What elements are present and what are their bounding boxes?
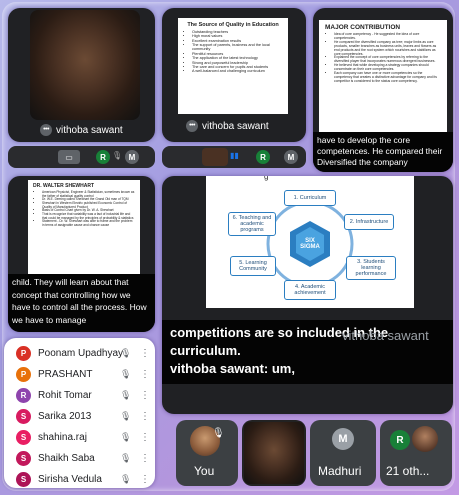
control-bar-left: ▭ R M 🎙 [8,146,155,168]
participant-row[interactable]: Sshahina.raj 🎙 ⋮ [4,426,155,448]
mic-active-icon: ▮▮ [230,151,239,160]
more-options-icon[interactable]: ⋮ [140,348,150,359]
more-options-icon[interactable]: ⋮ [140,369,150,380]
participant-name: vithoba sawant [202,120,269,132]
control-bar-middle: ▮▮ R M [162,146,306,168]
mic-icon: 🎙 [112,151,123,160]
mic-off-icon: 🎙 [120,389,132,400]
participant-avatar: P [16,345,31,361]
mic-off-icon: 🎙 [212,428,225,439]
mic-off-icon: 🎙 [120,452,132,463]
slide-title: The Source of Quality in Education [187,22,279,28]
avatar-m: M [125,150,139,164]
more-options-icon[interactable]: ⋮ [140,453,150,464]
slide-bullets: Outstanding teachersHigh moral valuesExc… [183,30,283,74]
node-academic-achievement: 4. Academic achievement [284,280,336,300]
participant-row[interactable]: P Poonam Upadhyay 🎙 ⋮ [4,342,155,364]
video-tile-presentation-1[interactable]: The Source of Quality in Education Outst… [162,8,306,142]
participant-avatar: S [16,429,31,445]
avatar-r: R [390,430,410,450]
slide-bullet: A well-balanced and challenging curricul… [192,69,283,73]
mic-off-icon: 🎙 [120,473,132,484]
avatar-photo [412,426,438,452]
participant-name: shahina.raj [38,431,87,443]
video-tile-vithoba[interactable]: ••• vithoba sawant [8,8,155,142]
live-caption: child. They will learn about that concep… [8,274,155,332]
node-students-learning: 3. Students learning performance [346,256,396,280]
avatar-m: M [284,150,298,164]
tile-others[interactable]: R 21 oth... [380,420,452,486]
participant-video [244,422,304,484]
avatar-r: R [256,150,270,164]
present-icon[interactable]: ▭ [58,150,80,164]
participant-nameplate: ••• vithoba sawant [186,120,269,132]
participant-nameplate: ••• vithoba sawant [40,124,123,136]
others-count-label: 21 oth... [386,464,430,478]
participant-row[interactable]: P PRASHANT 🎙 ⋮ [4,363,155,385]
participant-avatar: S [16,450,31,466]
avatar-r: R [96,150,110,164]
participant-row[interactable]: R Rohit Tomar 🎙 ⋮ [4,384,155,406]
live-caption: have to develop the core competences. He… [313,132,453,172]
participant-avatar: S [16,471,31,487]
tile-self-video[interactable] [242,420,306,486]
center-label: SIX SIGMA [300,238,320,250]
participant-name: vithoba sawant [56,124,123,136]
slide-content: MAJOR CONTRIBUTION Idea of core competen… [319,20,447,132]
participant-name: Rohit Tomar [38,389,92,401]
more-options-icon[interactable]: ⋮ [140,411,150,422]
participant-video [30,10,140,120]
slide-bullets: Idea of core competency - He suggested t… [325,32,441,84]
self-view-thumbnail[interactable] [202,148,228,166]
you-label: You [194,464,215,478]
participant-list: P Poonam Upadhyay 🎙 ⋮ P PRASHANT 🎙 ⋮ R Rohit Toma… [4,338,155,488]
more-options-icon[interactable]: ⋮ [140,390,150,401]
caption-line-2: vithoba sawant: um, [170,361,295,376]
participant-avatar: R [16,387,31,403]
node-learning-community: 5. Learning Community [230,256,276,276]
node-curriculum: 1. Curriculum [284,190,336,206]
slide-title: MAJOR CONTRIBUTION [325,24,401,31]
more-options-icon[interactable]: ⋮ [140,474,150,485]
node-teaching-programs: 6. Teaching and academic programs [228,212,276,236]
participant-name: PRASHANT [38,368,93,380]
participant-nameplate: vithoba sawant [342,328,429,343]
more-options-icon[interactable]: ••• [40,124,52,136]
participant-avatar: P [16,366,31,382]
more-options-icon[interactable]: ••• [186,120,198,132]
video-tile-main[interactable]: g SIX SIGMA 1. Curriculum 2. Infrastruct… [162,176,453,414]
participant-name: Sarika 2013 [38,410,92,422]
participant-avatar: S [16,408,31,424]
slide-title: DR. WALTER SHEWHART [33,183,95,189]
slide-bullet: The support of parents, business and the… [192,43,283,52]
participant-name: Madhuri [318,464,362,478]
video-tile-presentation-3[interactable]: DR. WALTER SHEWHART American Physicist, … [8,176,155,332]
participant-row[interactable]: S Sirisha Vedula 🎙 ⋮ [4,468,155,488]
slide-bullets: American Physicist, Engineer & Statistic… [33,190,135,228]
mic-off-icon: 🎙 [120,410,132,421]
participant-row[interactable]: S Shaikh Saba 🎙 ⋮ [4,447,155,469]
video-tile-presentation-2[interactable]: MAJOR CONTRIBUTION Idea of core competen… [313,8,453,172]
slide-content: g SIX SIGMA 1. Curriculum 2. Infrastruct… [206,176,414,308]
slide-bullet: He compared the diversified company as t… [334,40,441,57]
mic-off-icon: 🎙 [120,431,132,442]
participant-name: Shaikh Saba [38,452,95,464]
tile-you[interactable]: 🎙 You [176,420,238,486]
slide-content: DR. WALTER SHEWHART American Physicist, … [28,180,140,274]
participant-row[interactable]: S Sarika 2013 🎙 ⋮ [4,405,155,427]
node-infrastructure: 2. Infrastructure [344,214,394,230]
mic-off-icon: 🎙 [120,347,132,358]
mic-off-icon: 🎙 [120,368,132,379]
participant-name: Poonam Upadhyay [38,347,124,359]
slide-bullet: Each company can have one or more compet… [334,71,441,84]
avatar-madhuri: M [332,428,354,450]
slide-content: The Source of Quality in Education Outst… [178,18,288,114]
more-options-icon[interactable]: ⋮ [140,432,150,443]
tile-madhuri[interactable]: M Madhuri [310,420,376,486]
slide-bullet: Statement - Dr. W. Shewhart was able to … [42,219,135,227]
participant-name: Sirisha Vedula [38,473,102,485]
